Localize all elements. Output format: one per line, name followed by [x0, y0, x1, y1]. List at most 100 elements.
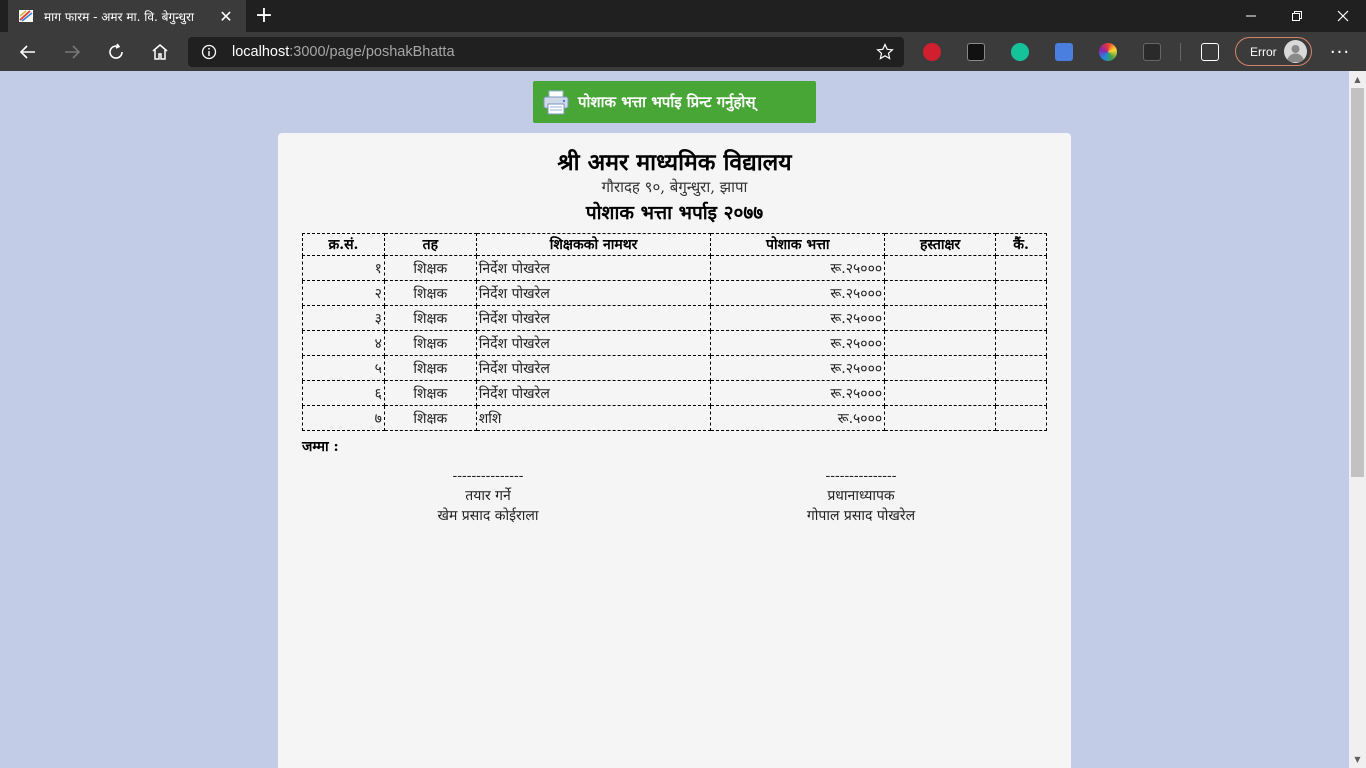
table-row: ५ शिक्षक निर्देश पोखरेल रू.२५०००	[302, 355, 1047, 381]
allowance-table: क्र.सं. तह शिक्षकको नामथर पोशाक भत्ता हस…	[302, 233, 1047, 431]
adblock-extension-icon[interactable]	[923, 43, 941, 61]
row-signature	[884, 305, 997, 331]
row-sn: १	[302, 255, 385, 281]
total-label: जम्मा :	[302, 439, 339, 455]
url-path: :3000/page/poshakBhatta	[289, 44, 455, 60]
header-level: तह	[383, 233, 477, 256]
table-row: ७ शिक्षक शशि रू.५०००	[302, 405, 1047, 431]
header-signature: हस्ताक्षर	[884, 233, 997, 256]
signature-line: ---------------	[825, 468, 897, 484]
row-remarks	[995, 355, 1047, 381]
row-signature	[884, 380, 997, 406]
preparer-role: तयार गर्ने	[465, 488, 511, 504]
row-name: निर्देश पोखरेल	[475, 330, 712, 356]
row-name: निर्देश पोखरेल	[475, 280, 712, 306]
restore-button[interactable]	[1274, 0, 1320, 32]
row-sn: ३	[302, 305, 385, 331]
row-sn: ५	[302, 355, 385, 381]
school-address: गौरादह ९०, बेगुन्धुरा, झापा	[601, 178, 748, 196]
row-amount: रू.५०००	[710, 405, 886, 431]
header-remarks: कैं.	[995, 233, 1047, 256]
table-row: ४ शिक्षक निर्देश पोखरेल रू.२५०००	[302, 330, 1047, 356]
row-amount: रू.२५०००	[710, 305, 886, 331]
home-icon[interactable]	[144, 36, 176, 68]
close-icon[interactable]: ✕	[216, 7, 236, 26]
row-level: शिक्षक	[383, 280, 477, 306]
row-remarks	[995, 280, 1047, 306]
minimize-button[interactable]	[1228, 0, 1274, 32]
scroll-down-icon[interactable]: ▼	[1349, 751, 1366, 768]
scroll-thumb[interactable]	[1351, 88, 1364, 477]
document-paper: श्री अमर माध्यमिक विद्यालय गौरादह ९०, बे…	[278, 133, 1071, 768]
row-amount: रू.२५०००	[710, 355, 886, 381]
row-level: शिक्षक	[383, 255, 477, 281]
page-scrollbar[interactable]: ▲ ▼	[1349, 71, 1366, 768]
row-signature	[884, 330, 997, 356]
row-amount: रू.२५०००	[710, 255, 886, 281]
row-remarks	[995, 255, 1047, 281]
row-name: निर्देश पोखरेल	[475, 255, 712, 281]
header-sn: क्र.सं.	[302, 233, 385, 256]
avatar	[1284, 40, 1307, 63]
dev-extension-icon[interactable]	[1143, 43, 1161, 61]
back-icon[interactable]	[12, 36, 44, 68]
row-signature	[884, 405, 997, 431]
scroll-up-icon[interactable]: ▲	[1349, 71, 1366, 88]
row-remarks	[995, 405, 1047, 431]
document-title: पोशाक भत्ता भर्पाइ २०७७	[585, 202, 764, 224]
row-signature	[884, 355, 997, 381]
row-level: शिक्षक	[383, 355, 477, 381]
row-name: निर्देश पोखरेल	[475, 305, 712, 331]
principal-signature: --------------- प्रधानाध्यापक गोपाल प्रस…	[761, 466, 961, 526]
principal-name: गोपाल प्रसाद पोखरेल	[806, 508, 916, 524]
m-extension-icon[interactable]	[967, 43, 985, 61]
browser-toolbar: localhost:3000/page/poshakBhatta Error ·…	[0, 32, 1366, 71]
header-name: शिक्षकको नामथर	[475, 233, 712, 256]
table-row: २ शिक्षक निर्देश पोखरेल रू.२५०००	[302, 280, 1047, 306]
table-row: ६ शिक्षक निर्देश पोखरेल रू.२५०००	[302, 380, 1047, 406]
principal-role: प्रधानाध्यापक	[827, 488, 895, 504]
refresh-icon[interactable]	[100, 36, 132, 68]
favicon-icon	[19, 10, 33, 22]
tab-title: माग फारम - अमर मा. वि. बेगुन्धुरा	[44, 9, 194, 24]
preparer-signature: --------------- तयार गर्ने खेम प्रसाद को…	[388, 466, 588, 526]
table-row: ३ शिक्षक निर्देश पोखरेल रू.२५०००	[302, 305, 1047, 331]
print-button[interactable]: पोशाक भत्ता भर्पाइ प्रिन्ट गर्नुहोस्	[533, 81, 816, 123]
star-icon[interactable]	[876, 43, 894, 61]
new-tab-icon[interactable]: +	[252, 3, 276, 28]
info-icon[interactable]	[201, 44, 217, 60]
close-window-button[interactable]	[1320, 0, 1366, 32]
toolbar-divider	[1180, 43, 1181, 61]
row-remarks	[995, 380, 1047, 406]
row-sn: ४	[302, 330, 385, 356]
table-row: १ शिक्षक निर्देश पोखरेल रू.२५०००	[302, 255, 1047, 281]
preparer-name: खेम प्रसाद कोईराला	[437, 508, 539, 524]
color-picker-extension-icon[interactable]	[1099, 43, 1117, 61]
row-signature	[884, 280, 997, 306]
row-remarks	[995, 330, 1047, 356]
grammarly-extension-icon[interactable]	[1011, 43, 1029, 61]
forward-icon[interactable]	[56, 36, 88, 68]
url-host: localhost	[232, 44, 290, 60]
browser-tab[interactable]: माग फारम - अमर मा. वि. बेगुन्धुरा ✕	[8, 0, 246, 32]
row-level: शिक्षक	[383, 305, 477, 331]
collections-icon[interactable]	[1201, 43, 1219, 61]
more-icon[interactable]: ···	[1324, 36, 1356, 68]
browser-titlebar: माग फारम - अमर मा. वि. बेगुन्धुरा ✕ +	[0, 0, 1366, 32]
row-signature	[884, 255, 997, 281]
row-sn: ७	[302, 405, 385, 431]
print-button-label: पोशाक भत्ता भर्पाइ प्रिन्ट गर्नुहोस्	[578, 93, 756, 111]
row-level: शिक्षक	[383, 380, 477, 406]
profile-button[interactable]: Error	[1235, 37, 1312, 66]
translate-extension-icon[interactable]	[1055, 43, 1073, 61]
address-bar[interactable]: localhost:3000/page/poshakBhatta	[188, 37, 904, 67]
row-level: शिक्षक	[383, 330, 477, 356]
school-name: श्री अमर माध्यमिक विद्यालय	[557, 149, 792, 176]
row-level: शिक्षक	[383, 405, 477, 431]
header-amount: पोशाक भत्ता	[710, 233, 886, 256]
profile-label: Error	[1250, 44, 1277, 59]
row-remarks	[995, 305, 1047, 331]
row-amount: रू.२५०००	[710, 380, 886, 406]
row-name: निर्देश पोखरेल	[475, 355, 712, 381]
row-amount: रू.२५०००	[710, 330, 886, 356]
